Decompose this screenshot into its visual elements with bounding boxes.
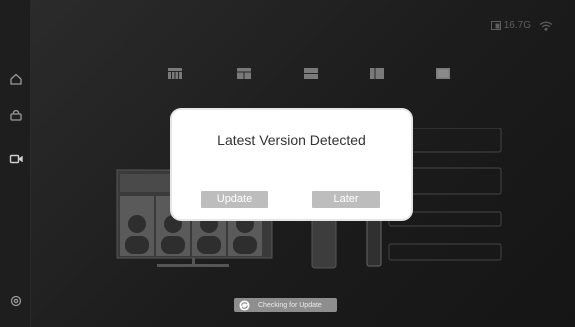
- checking-update-indicator: Checking for Update: [234, 298, 337, 312]
- storage-icon: [490, 21, 501, 30]
- layout-picker: [168, 68, 458, 82]
- layout-grid-icon[interactable]: [168, 68, 182, 79]
- dialog-title: Latest Version Detected: [217, 132, 366, 148]
- checking-update-label: Checking for Update: [258, 301, 322, 309]
- layout-single-icon[interactable]: [436, 68, 450, 79]
- layout-split-icon[interactable]: [237, 68, 251, 79]
- storage-label: 16.7G: [503, 20, 531, 31]
- storage-status: 16.7G: [490, 20, 531, 31]
- later-button[interactable]: Later: [312, 191, 380, 208]
- video-camera-icon[interactable]: [9, 152, 23, 166]
- update-button[interactable]: Update: [201, 191, 268, 208]
- settings-icon[interactable]: [9, 294, 23, 308]
- status-bar: 16.7G: [490, 20, 553, 31]
- layout-columns-icon[interactable]: [370, 68, 384, 79]
- wifi-icon: [539, 21, 553, 31]
- sidebar: [0, 0, 31, 327]
- update-dialog: Latest Version Detected Update Later: [172, 110, 411, 219]
- layout-stack-icon[interactable]: [304, 68, 318, 79]
- refresh-icon: [239, 299, 250, 311]
- bag-icon[interactable]: [9, 108, 23, 122]
- home-icon[interactable]: [9, 72, 23, 86]
- app-screen: 16.7G Latest Version Detected Update Lat…: [0, 0, 575, 327]
